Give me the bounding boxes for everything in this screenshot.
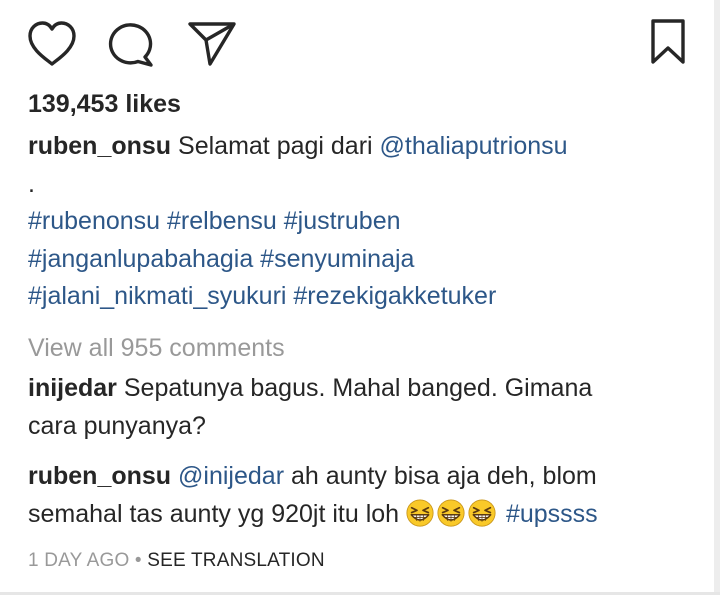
likes-count[interactable]: 139,453 likes [28,90,181,119]
caption-mention[interactable]: @thaliaputrionsu [380,132,568,160]
grinning-squinting-face-emoji [468,498,496,527]
heart-icon[interactable] [26,20,78,68]
grinning-squinting-face-emoji [437,498,465,527]
share-icon[interactable] [186,18,238,68]
comment-username[interactable]: ruben_onsu [28,462,171,490]
screen-edge [714,0,720,595]
post-timestamp: 1 DAY AGO [28,550,130,571]
hashtag-line[interactable]: #rubenonsu #relbensu #justruben [28,203,698,241]
comment-text: ah aunty bisa aja deh, blom [290,462,597,490]
see-translation-link[interactable]: SEE TRANSLATION [147,550,325,571]
comment-item: inijedar Sepatunya bagus. Mahal banged. … [28,370,698,445]
caption-dot: . [28,169,35,198]
emoji-group [406,498,499,528]
hashtag-line[interactable]: #jalani_nikmati_syukuri #rezekigakketuke… [28,278,698,316]
caption-username[interactable]: ruben_onsu [28,132,171,160]
comment-text: cara punyanya? [28,411,206,440]
post-caption: ruben_onsu Selamat pagi dari @thaliaputr… [28,128,698,316]
comment-icon[interactable] [106,20,156,68]
comment-mention[interactable]: @inijedar [178,462,284,490]
post-action-bar [0,0,720,80]
bookmark-icon[interactable] [648,18,688,66]
comment-username[interactable]: inijedar [28,374,117,402]
comment-hashtag[interactable]: #upssss [506,500,598,528]
comment-item: ruben_onsu @inijedar ah aunty bisa aja d… [28,458,698,533]
comment-text: semahal tas aunty yg 920jt itu loh [28,499,400,528]
post-meta: 1 DAY AGO • SEE TRANSLATION [28,548,325,574]
caption-text: Selamat pagi dari [178,132,373,160]
grinning-squinting-face-emoji [406,498,434,527]
comment-text: Sepatunya bagus. Mahal banged. Gimana [123,374,593,402]
view-all-comments-link[interactable]: View all 955 comments [28,330,285,368]
meta-separator: • [129,550,148,571]
hashtag-line[interactable]: #janganlupabahagia #senyuminaja [28,241,698,279]
